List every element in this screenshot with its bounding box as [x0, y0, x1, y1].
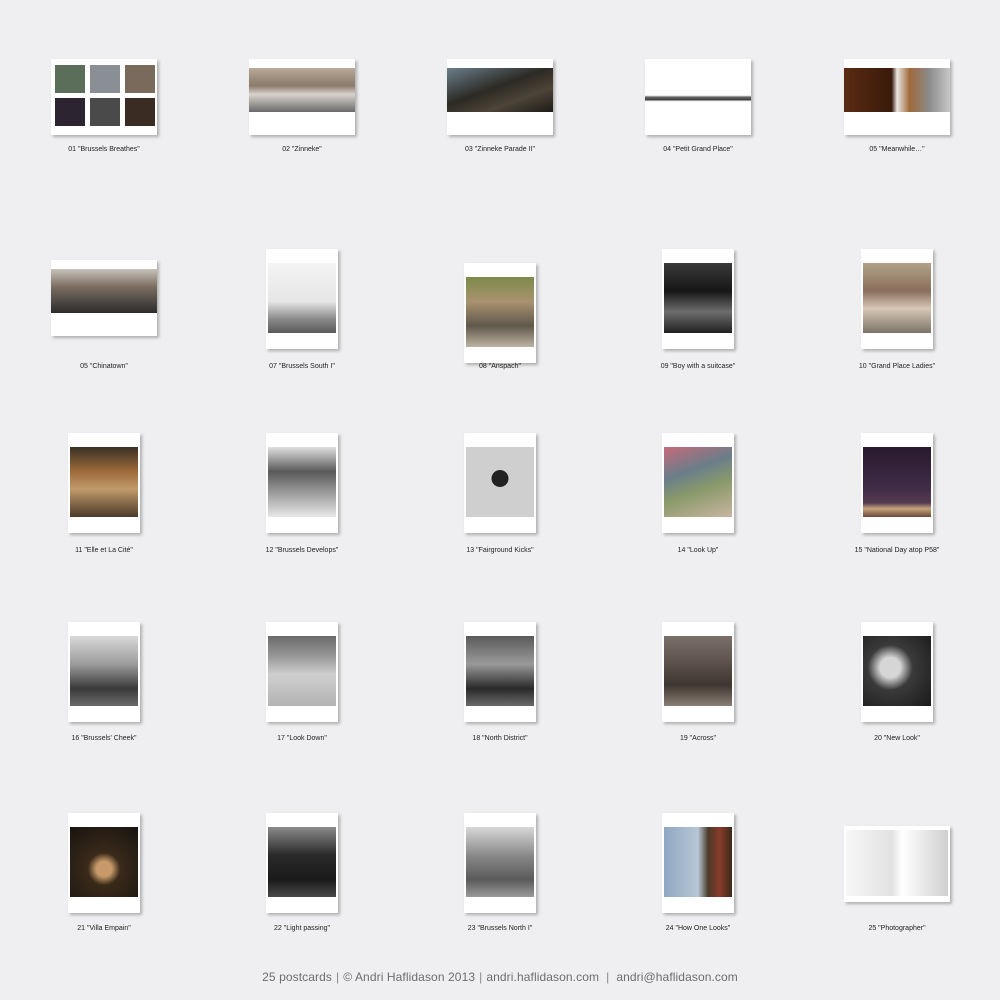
postcard-card[interactable]	[464, 813, 536, 913]
collage-tile	[90, 65, 120, 93]
postcard-card[interactable]	[68, 622, 140, 722]
postcard-card[interactable]	[447, 59, 553, 135]
postcard-card[interactable]	[662, 433, 734, 533]
postcard-caption: 20 "New Look"	[874, 735, 920, 742]
postcard-card[interactable]	[266, 622, 338, 722]
pedestrians-photo	[466, 277, 534, 347]
postcard-caption: 12 "Brussels Develops"	[265, 547, 339, 554]
collage-tile	[55, 98, 85, 126]
postcard-caption: 05 "Meanwhile…"	[869, 146, 925, 153]
postcard-caption: 04 "Petit Grand Place"	[663, 146, 733, 153]
postcard-card[interactable]	[844, 826, 950, 902]
postcard-card[interactable]	[662, 813, 734, 913]
postcard-caption: 03 "Zinneke Parade II"	[465, 146, 535, 153]
postcard-card[interactable]	[266, 813, 338, 913]
postcard-card[interactable]	[645, 59, 751, 135]
photo-collage	[51, 65, 157, 129]
postcard-caption: 05 "Chinatown"	[80, 363, 128, 370]
postcard-caption: 14 "Look Up"	[677, 547, 719, 554]
postcard-caption: 10 "Grand Place Ladies"	[858, 363, 936, 370]
postcard-card[interactable]	[266, 249, 338, 349]
postcard-caption: 09 "Boy with a suitcase"	[660, 363, 736, 370]
street-storefront-photo	[249, 68, 355, 112]
separator: |	[606, 970, 610, 984]
tourists-photo	[863, 263, 931, 333]
separator: |	[479, 970, 483, 984]
postcard-caption: 25 "Photographer"	[868, 925, 926, 932]
postcard-caption: 11 "Elle et La Cité"	[75, 547, 133, 554]
postcard-card[interactable]	[464, 263, 536, 363]
parade-photo	[447, 68, 553, 112]
postcard-caption: 17 "Look Down"	[277, 735, 327, 742]
postcard-caption: 08 "Anspach"	[479, 363, 521, 370]
postcard-card[interactable]	[844, 59, 950, 135]
postcard-caption: 13 "Fairground Kicks"	[466, 547, 534, 554]
station-portrait-photo	[466, 827, 534, 897]
postcard-card[interactable]	[662, 249, 734, 349]
postcard-card[interactable]	[68, 433, 140, 533]
copyright-text: © Andri Haflidason 2013	[343, 970, 476, 984]
street-silhouette-photo	[664, 263, 732, 333]
postcard-caption: 19 "Across"	[679, 735, 717, 742]
postcard-card[interactable]	[266, 433, 338, 533]
postcard-caption: 07 "Brussels South I"	[269, 363, 335, 370]
postcard-card[interactable]	[249, 59, 355, 135]
postcard-caption: 22 "Light passing"	[274, 925, 330, 932]
wall-photo	[268, 636, 336, 706]
postcard-caption: 21 "Villa Empain"	[77, 925, 131, 932]
portrait-photo	[863, 636, 931, 706]
postcard-caption: 16 "Brussels' Cheek"	[71, 735, 137, 742]
postcard-count: 25 postcards	[262, 970, 333, 984]
postcard-caption: 24 "How One Looks"	[665, 925, 731, 932]
postcard-card[interactable]	[464, 622, 536, 722]
building-facade-photo	[844, 68, 950, 112]
fairground-ride-photo	[466, 447, 534, 517]
skyline-photo	[645, 68, 751, 112]
postcard-caption: 15 "National Day atop P58"	[854, 547, 940, 554]
postcard-card[interactable]	[51, 59, 157, 135]
newsstand-photo	[70, 447, 138, 517]
postcard-caption: 01 "Brussels Breathes"	[68, 146, 140, 153]
street-trees-photo	[268, 447, 336, 517]
postcard-card[interactable]	[662, 622, 734, 722]
postcard-card[interactable]	[51, 260, 157, 336]
street-light-photo	[268, 827, 336, 897]
postcard-card[interactable]	[861, 622, 933, 722]
postcard-caption: 18 "North District"	[472, 735, 528, 742]
email-link[interactable]: andri@haflidason.com	[616, 970, 738, 984]
cityscape-photo	[664, 636, 732, 706]
interior-photo	[846, 830, 948, 896]
collage-tile	[125, 98, 155, 126]
misty-tower-photo	[268, 263, 336, 333]
collage-tile	[125, 65, 155, 93]
villa-window-photo	[70, 827, 138, 897]
monument-photo	[70, 636, 138, 706]
crowd-photo	[664, 447, 732, 517]
postcard-card[interactable]	[464, 433, 536, 533]
postcard-caption: 23 "Brussels North I"	[467, 925, 533, 932]
postcard-card[interactable]	[861, 433, 933, 533]
postcard-caption: 02 "Zinneke"	[282, 146, 322, 153]
postcard-card[interactable]	[861, 249, 933, 349]
footer: 25 postcards | © Andri Haflidason 2013 | and…	[0, 970, 1000, 984]
postcard-card[interactable]	[68, 813, 140, 913]
night-sky-photo	[863, 447, 931, 517]
separator: |	[336, 970, 340, 984]
collage-tile	[55, 65, 85, 93]
street-photo	[51, 269, 157, 313]
sky-buildings-photo	[664, 827, 732, 897]
collage-tile	[90, 98, 120, 126]
office-towers-photo	[466, 636, 534, 706]
website-link[interactable]: andri.haflidason.com	[486, 970, 599, 984]
